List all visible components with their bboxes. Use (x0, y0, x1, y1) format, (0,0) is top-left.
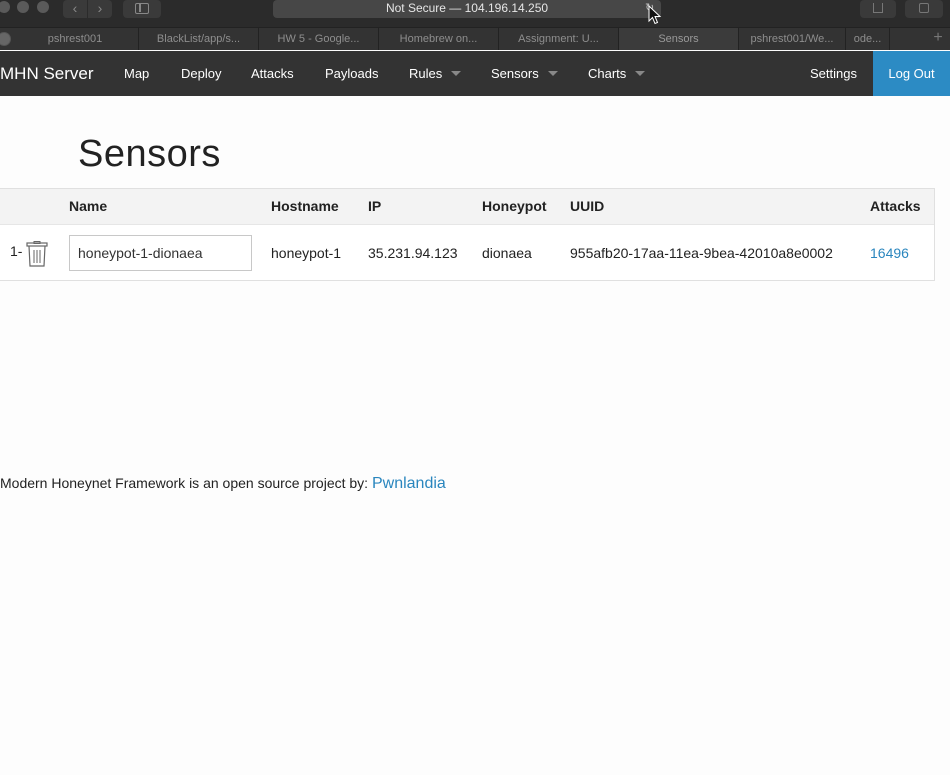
sensor-uuid: 955afb20-17aa-11ea-9bea-42010a8e0002 (570, 245, 833, 261)
page-title: Sensors (78, 133, 221, 175)
show-tabs-button[interactable] (905, 0, 943, 18)
caret-down-icon (547, 71, 558, 76)
browser-tab-active[interactable]: Sensors (619, 28, 739, 50)
sensor-ip: 35.231.94.123 (368, 245, 458, 261)
browser-tabbar: pshrest001 BlackList/app/s... HW 5 - Goo… (0, 27, 950, 50)
nav-attacks[interactable]: Attacks (251, 51, 294, 96)
nav-sensors-label: Sensors (491, 66, 539, 81)
caret-down-icon (451, 71, 462, 76)
logout-button[interactable]: Log Out (873, 51, 950, 96)
browser-tab[interactable]: BlackList/app/s... (139, 28, 259, 50)
tab-label: pshrest001/We... (750, 33, 834, 45)
tab-label: Homebrew on... (399, 33, 478, 45)
row-index: 1- (10, 243, 23, 259)
share-icon (873, 3, 883, 13)
sensor-attacks-link[interactable]: 16496 (870, 225, 909, 282)
column-header-attacks: Attacks (870, 198, 921, 214)
sidebar-toggle-button[interactable] (123, 0, 161, 18)
table-header: Name Hostname IP Honeypot UUID Attacks (0, 189, 934, 224)
nav-sensors-dropdown[interactable]: Sensors (491, 51, 558, 96)
sensor-honeypot: dionaea (482, 245, 532, 261)
browser-tab[interactable]: pshrest001 (12, 28, 139, 50)
column-header-ip: IP (368, 198, 382, 214)
footer: Modern Honeynet Framework is an open sou… (0, 475, 446, 493)
tab-label: ode... (853, 33, 882, 45)
browser-tab[interactable]: Homebrew on... (379, 28, 499, 50)
address-bar[interactable]: Not Secure — 104.196.14.250 (273, 0, 661, 18)
forward-button[interactable]: › (88, 0, 112, 18)
brand-link[interactable]: MHN Server (0, 51, 94, 96)
chevron-left-icon: ‹ (72, 0, 78, 16)
minimize-window-button[interactable] (17, 1, 29, 13)
nav-map[interactable]: Map (124, 51, 149, 96)
browser-tab[interactable]: ode... (846, 28, 890, 50)
main-navbar: MHN Server Map Deploy Attacks Payloads R… (0, 51, 950, 96)
sensors-table: Name Hostname IP Honeypot UUID Attacks 1… (0, 188, 935, 281)
nav-charts-dropdown[interactable]: Charts (588, 51, 646, 96)
sidebar-icon (135, 3, 149, 14)
tab-label: HW 5 - Google... (277, 33, 360, 45)
column-header-hostname: Hostname (271, 198, 339, 214)
tab-label: Sensors (658, 33, 699, 45)
browser-tab[interactable]: HW 5 - Google... (259, 28, 379, 50)
sensor-hostname: honeypot-1 (271, 245, 342, 261)
new-tab-button[interactable]: + (926, 28, 950, 50)
footer-link[interactable]: Pwnlandia (372, 475, 446, 492)
tabs-icon (919, 3, 929, 13)
nav-payloads[interactable]: Payloads (325, 51, 378, 96)
table-row: 1- honeypot-1 35.231.94.123 dionaea 955a… (0, 224, 934, 281)
caret-down-icon (635, 71, 646, 76)
zoom-window-button[interactable] (37, 1, 49, 13)
browser-titlebar: ‹ › Not Secure — 104.196.14.250 ↻ (0, 0, 950, 27)
nav-deploy[interactable]: Deploy (181, 51, 221, 96)
sensor-name-input[interactable] (69, 235, 252, 271)
tab-label: pshrest001 (47, 33, 103, 45)
tab-label: BlackList/app/s... (156, 33, 241, 45)
chevron-right-icon: › (97, 0, 103, 16)
footer-text: Modern Honeynet Framework is an open sou… (0, 475, 372, 491)
pinned-tab-icon[interactable] (0, 32, 11, 46)
nav-charts-label: Charts (588, 66, 627, 81)
nav-settings[interactable]: Settings (810, 51, 857, 96)
close-window-button[interactable] (0, 1, 10, 13)
column-header-uuid: UUID (570, 198, 605, 214)
column-header-honeypot: Honeypot (482, 198, 547, 214)
browser-tab[interactable]: pshrest001/We... (739, 28, 846, 50)
browser-tab[interactable]: Assignment: U... (499, 28, 619, 50)
nav-rules-dropdown[interactable]: Rules (409, 51, 462, 96)
nav-rules-label: Rules (409, 66, 443, 81)
back-button[interactable]: ‹ (63, 0, 87, 18)
address-text: Not Secure — 104.196.14.250 (385, 1, 549, 15)
column-header-name: Name (69, 198, 108, 214)
mouse-cursor-icon (648, 5, 662, 25)
share-button[interactable] (860, 0, 896, 18)
trash-icon[interactable] (26, 241, 48, 267)
tab-label: Assignment: U... (518, 33, 599, 45)
